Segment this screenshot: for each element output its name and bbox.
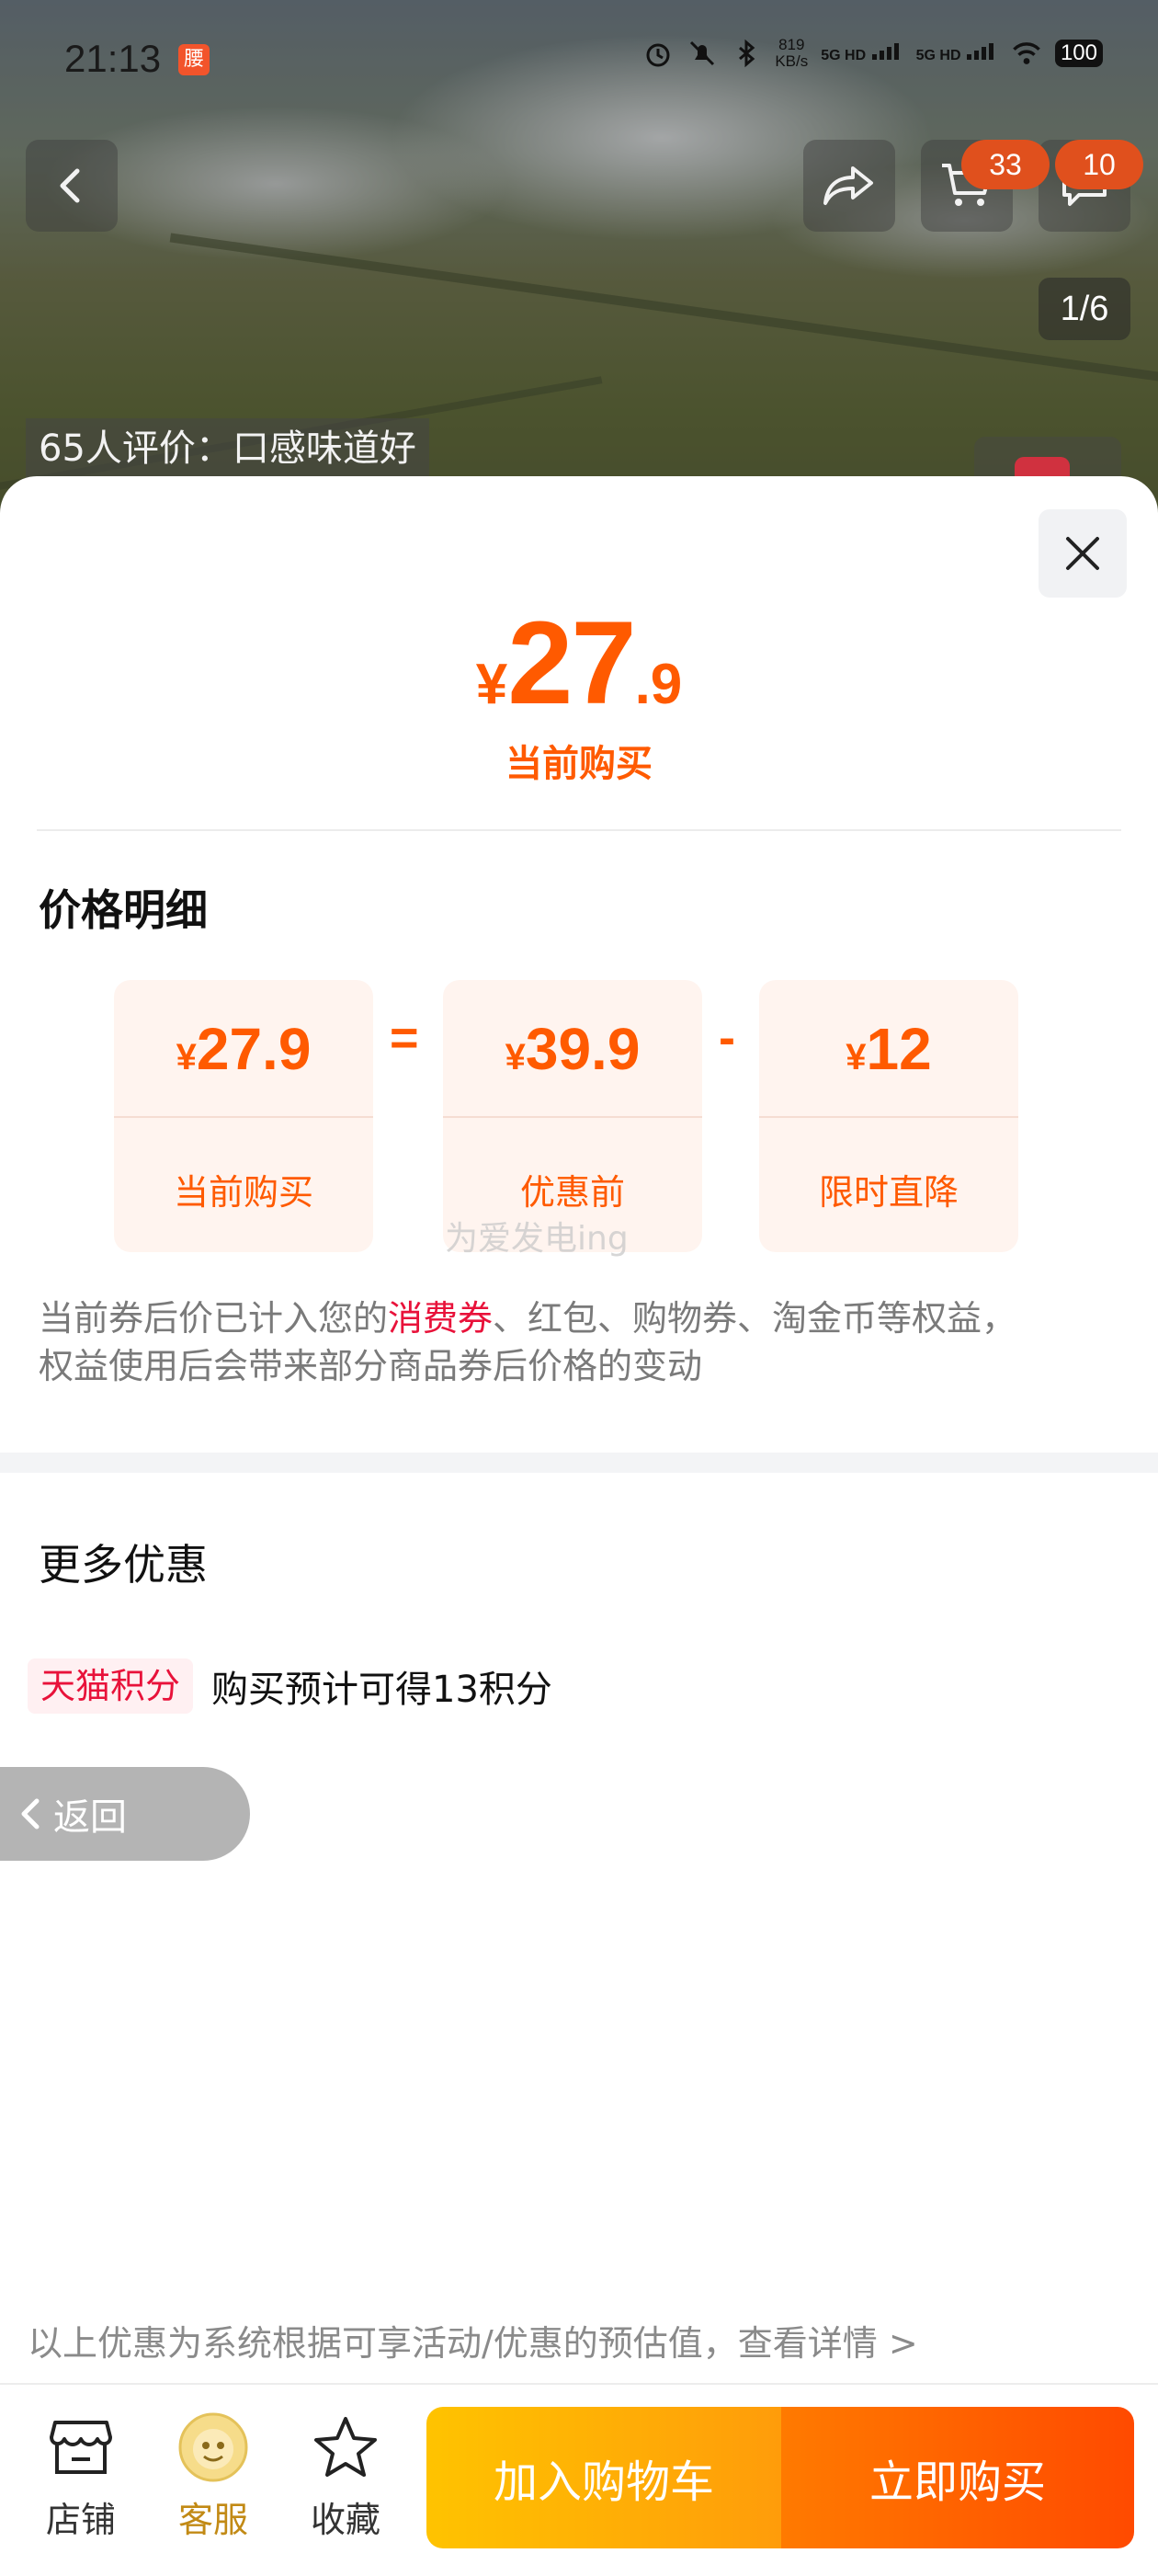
tab-customer-service[interactable]: 客服 bbox=[158, 2411, 268, 2542]
price-decimal: .9 bbox=[634, 653, 683, 716]
breakdown-label: 限时直降 bbox=[818, 1172, 959, 1213]
section-separator bbox=[0, 1453, 1158, 1473]
status-bar: 21:13 腰 819 KB/s 5G HD 5G HD 100 bbox=[0, 0, 1158, 120]
close-button[interactable] bbox=[1039, 509, 1127, 598]
price-note: 当前券后价已计入您的消费券、红包、购物券、淘金币等权益， 权益使用后会带来部分商… bbox=[39, 1294, 1123, 1390]
breakdown-label: 当前购买 bbox=[173, 1172, 313, 1213]
add-to-cart-button[interactable]: 加入购物车 bbox=[426, 2407, 781, 2548]
image-pager: 1/6 bbox=[1039, 278, 1130, 340]
breakdown-card-discount: ¥12 限时直降 bbox=[759, 980, 1018, 1252]
more-offers-title: 更多优惠 bbox=[39, 1540, 208, 1590]
review-tag[interactable]: 65人评价：口感味道好 bbox=[26, 418, 429, 479]
star-icon bbox=[290, 2411, 401, 2484]
breakdown-title: 价格明细 bbox=[39, 885, 208, 935]
tmall-points-tag: 天猫积分 bbox=[28, 1658, 194, 1714]
breakdown-label: 优惠前 bbox=[519, 1172, 625, 1213]
tab-favorite[interactable]: 收藏 bbox=[290, 2411, 401, 2542]
consumer-coupon-link[interactable]: 消费券 bbox=[388, 1298, 493, 1339]
status-time: 21:13 bbox=[64, 37, 162, 80]
back-button[interactable] bbox=[26, 140, 118, 232]
card-divider bbox=[759, 1116, 1018, 1118]
return-label: 返回 bbox=[53, 1796, 127, 1839]
breakdown-value: ¥12 bbox=[759, 1015, 1018, 1083]
minus-sign: - bbox=[719, 1010, 735, 1066]
amount: 39.9 bbox=[525, 1016, 641, 1082]
currency-symbol: ¥ bbox=[176, 1037, 197, 1077]
tab-label: 客服 bbox=[177, 2500, 248, 2540]
cart-count-badge: 33 bbox=[961, 140, 1050, 189]
customer-service-icon bbox=[158, 2411, 268, 2484]
breakdown-value: ¥39.9 bbox=[443, 1015, 702, 1083]
net-speed: 819 KB/s bbox=[775, 37, 808, 70]
price-caption: 当前购买 bbox=[505, 743, 653, 785]
signal-2-label: 5G HD bbox=[915, 47, 961, 63]
tab-label: 收藏 bbox=[310, 2500, 380, 2540]
currency-symbol: ¥ bbox=[846, 1037, 867, 1077]
reward-text: 购买预计可得13积分 bbox=[211, 1669, 552, 1711]
signal-1-label: 5G HD bbox=[821, 47, 867, 63]
close-icon bbox=[1066, 537, 1099, 570]
breakdown-value: ¥27.9 bbox=[114, 1015, 373, 1083]
price-integer: 27 bbox=[507, 598, 636, 729]
note-text: 、红包、购物券、淘金币等权益， bbox=[493, 1298, 1017, 1339]
tab-label: 店铺 bbox=[45, 2500, 116, 2540]
price-detail-sheet: ¥27.9 当前购买 价格明细 ¥27.9 当前购买 = ¥39.9 优惠前 -… bbox=[0, 476, 1158, 2574]
mute-icon bbox=[687, 38, 718, 69]
equals-sign: = bbox=[390, 1010, 419, 1066]
price-currency: ¥ bbox=[475, 653, 508, 716]
reward-row: 天猫积分 购买预计可得13积分 bbox=[28, 1658, 552, 1714]
signal-bars-icon bbox=[871, 42, 899, 60]
signal-bars-icon bbox=[966, 42, 993, 60]
net-speed-value: 819 bbox=[778, 36, 805, 53]
breakdown-card-current: ¥27.9 当前购买 bbox=[114, 980, 373, 1252]
watermark: 为爱发电ing bbox=[445, 1220, 629, 1258]
signal-2: 5G HD bbox=[915, 42, 998, 64]
card-divider bbox=[114, 1116, 373, 1118]
signal-1: 5G HD bbox=[821, 42, 903, 64]
share-button[interactable] bbox=[803, 140, 895, 232]
buy-now-button[interactable]: 立即购买 bbox=[781, 2407, 1134, 2548]
current-price: ¥27.9 bbox=[0, 596, 1158, 731]
currency-symbol: ¥ bbox=[505, 1037, 526, 1077]
share-icon bbox=[823, 166, 873, 205]
card-divider bbox=[443, 1116, 702, 1118]
return-button[interactable]: 返回 bbox=[0, 1767, 250, 1861]
disclaimer-link[interactable]: 以上优惠为系统根据可享活动/优惠的预估值，查看详情 > bbox=[28, 2315, 918, 2365]
bluetooth-icon bbox=[731, 38, 762, 69]
net-speed-unit: KB/s bbox=[775, 52, 809, 70]
amount: 27.9 bbox=[196, 1016, 312, 1082]
amount: 12 bbox=[866, 1016, 932, 1082]
message-count-badge: 10 bbox=[1055, 140, 1143, 189]
wifi-icon bbox=[1011, 38, 1042, 69]
note-text: 权益使用后会带来部分商品券后价格的变动 bbox=[39, 1346, 703, 1386]
bottom-action-bar: 店铺 客服 收藏 加入购物车 立即购买 bbox=[0, 2383, 1158, 2576]
alarm-icon bbox=[642, 38, 674, 69]
app-notification-icon: 腰 bbox=[178, 44, 210, 75]
tab-store[interactable]: 店铺 bbox=[26, 2411, 136, 2542]
chevron-left-icon bbox=[21, 1798, 40, 1829]
note-text: 当前券后价已计入您的 bbox=[39, 1298, 389, 1339]
divider bbox=[37, 829, 1121, 831]
chevron-left-icon bbox=[60, 168, 80, 203]
battery-indicator: 100 bbox=[1054, 40, 1103, 67]
store-icon bbox=[26, 2411, 136, 2484]
status-icons: 819 KB/s 5G HD 5G HD 100 bbox=[642, 37, 1103, 70]
